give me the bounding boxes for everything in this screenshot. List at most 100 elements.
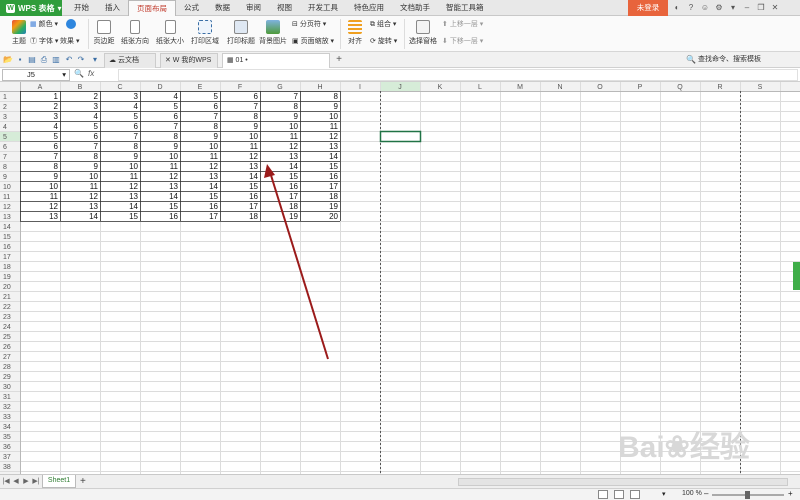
cell-value[interactable]: 15 [209,192,218,201]
undo-icon[interactable]: ↶ [64,54,74,65]
row-header[interactable]: 1 [3,94,7,101]
cell-value[interactable]: 11 [130,172,139,181]
row-header[interactable]: 18 [3,264,11,271]
cell-value[interactable]: 6 [134,122,139,131]
cell-value[interactable]: 8 [54,162,59,171]
row-header[interactable]: 23 [3,314,11,321]
print-area-button[interactable]: 打印区域 [188,18,222,50]
cell-value[interactable]: 16 [209,202,218,211]
column-header[interactable]: Q [677,84,683,91]
cell-value[interactable]: 6 [214,102,219,111]
cell-value[interactable]: 9 [94,162,99,171]
row-header[interactable]: 30 [3,384,11,391]
open-icon[interactable]: 📂 [3,54,13,65]
row-header[interactable]: 11 [3,194,10,201]
cell-value[interactable]: 12 [129,182,138,191]
column-header[interactable]: P [638,84,643,91]
cell-value[interactable]: 15 [329,162,338,171]
cell-value[interactable]: 5 [214,92,219,101]
cell-value[interactable]: 9 [134,152,139,161]
cell-value[interactable]: 14 [89,212,98,221]
row-header[interactable]: 17 [3,254,11,261]
cell-value[interactable]: 7 [94,142,99,151]
cell-value[interactable]: 11 [50,192,59,201]
zoom-formula-icon[interactable]: 🔍 [74,69,84,78]
effects-button[interactable]: 效果 ▾ [60,36,79,46]
prev-sheet-icon[interactable]: ◀ [12,477,20,487]
spreadsheet-grid[interactable]: A B C D E F G H I J K L M N O P Q R S 1 2 3 4 5 6 7 8 9 10 11 12 13 14 15… [0,82,800,474]
cell-value[interactable]: 3 [94,102,99,111]
cell-value[interactable]: 18 [289,202,298,211]
row-header[interactable]: 10 [3,184,11,191]
column-header[interactable]: J [398,84,402,91]
bring-forward-button[interactable]: ⬆ 上移一层 ▾ [442,19,483,29]
print-icon[interactable]: ⎙ [39,54,49,65]
cell-value[interactable]: 9 [334,102,339,111]
cell-value[interactable]: 2 [94,92,99,101]
save-icon[interactable]: ▪ [15,54,25,65]
menu-tab[interactable]: 页面布局 [128,0,176,16]
cell-value[interactable]: 17 [329,182,338,191]
cell-value[interactable]: 9 [54,172,59,181]
menu-tab[interactable]: 插入 [97,0,128,16]
send-backward-button[interactable]: ⬇ 下移一层 ▾ [442,36,483,46]
cell-value[interactable]: 12 [89,192,98,201]
cell-value[interactable]: 14 [249,172,258,181]
cell-value[interactable]: 19 [289,212,298,221]
cell-value[interactable]: 10 [329,112,338,121]
column-header[interactable]: I [359,84,361,91]
cell-value[interactable]: 12 [49,202,58,211]
doc-tab[interactable]: ▦ 01 • [222,53,330,68]
cell-value[interactable]: 11 [250,142,259,151]
row-header[interactable]: 29 [3,374,11,381]
row-header[interactable]: 20 [3,284,11,291]
column-header[interactable]: C [117,84,122,91]
margins-button[interactable]: 页边距 [90,18,118,50]
first-sheet-icon[interactable]: |◀ [2,477,10,487]
selected-cell[interactable] [379,130,422,143]
cell-value[interactable]: 13 [169,182,178,191]
menu-tab[interactable]: 开始 [66,0,97,16]
cell-value[interactable]: 12 [169,172,178,181]
zoom-in-icon[interactable]: + [788,489,793,498]
cell-value[interactable]: 6 [54,142,59,151]
restore-icon[interactable]: ❐ [756,2,766,13]
cell-value[interactable]: 7 [214,112,219,121]
help-icon[interactable]: ? [686,2,696,13]
new-tab-icon[interactable]: + [334,54,344,65]
cell-value[interactable]: 16 [169,212,178,221]
row-header[interactable]: 13 [3,214,11,221]
cell-value[interactable]: 9 [294,112,299,121]
cell-value[interactable]: 11 [90,182,99,191]
background-image-button[interactable]: 背景图片 [258,18,288,50]
paper-size-button[interactable]: 纸张大小 [154,18,186,50]
column-header[interactable]: E [198,84,203,91]
cell-value[interactable]: 12 [289,142,298,151]
doc-tab[interactable]: ☁ 云文档 [104,53,156,68]
column-header[interactable]: K [438,84,443,91]
cell-value[interactable]: 8 [254,112,259,121]
cell-value[interactable]: 4 [54,122,59,131]
colors-button[interactable]: ▦ 颜色 ▾ [30,19,58,29]
close-icon[interactable]: ✕ [770,2,780,13]
menu-tab[interactable]: 文档助手 [392,0,438,16]
cell-value[interactable]: 6 [174,112,179,121]
cell-value[interactable]: 13 [209,172,218,181]
menu-tab[interactable]: 智能工具箱 [438,0,492,16]
name-box[interactable]: J5 ▾ [2,69,70,81]
page-break-button[interactable]: ⊟ 分页符 ▾ [292,19,326,29]
cell-value[interactable]: 6 [254,92,259,101]
cell-value[interactable]: 8 [214,122,219,131]
column-header[interactable]: D [157,84,162,91]
customize-icon[interactable]: ▾ [90,54,100,65]
cell-value[interactable]: 10 [289,122,298,131]
row-header[interactable]: 38 [3,464,11,471]
cell-value[interactable]: 10 [89,172,98,181]
align-button[interactable]: 对齐 [343,18,367,50]
cell-value[interactable]: 5 [94,122,99,131]
cell-value[interactable]: 10 [169,152,178,161]
cell-value[interactable]: 16 [289,182,298,191]
cell-value[interactable]: 7 [254,102,259,111]
next-sheet-icon[interactable]: ▶ [22,477,30,487]
cell-value[interactable]: 17 [289,192,298,201]
